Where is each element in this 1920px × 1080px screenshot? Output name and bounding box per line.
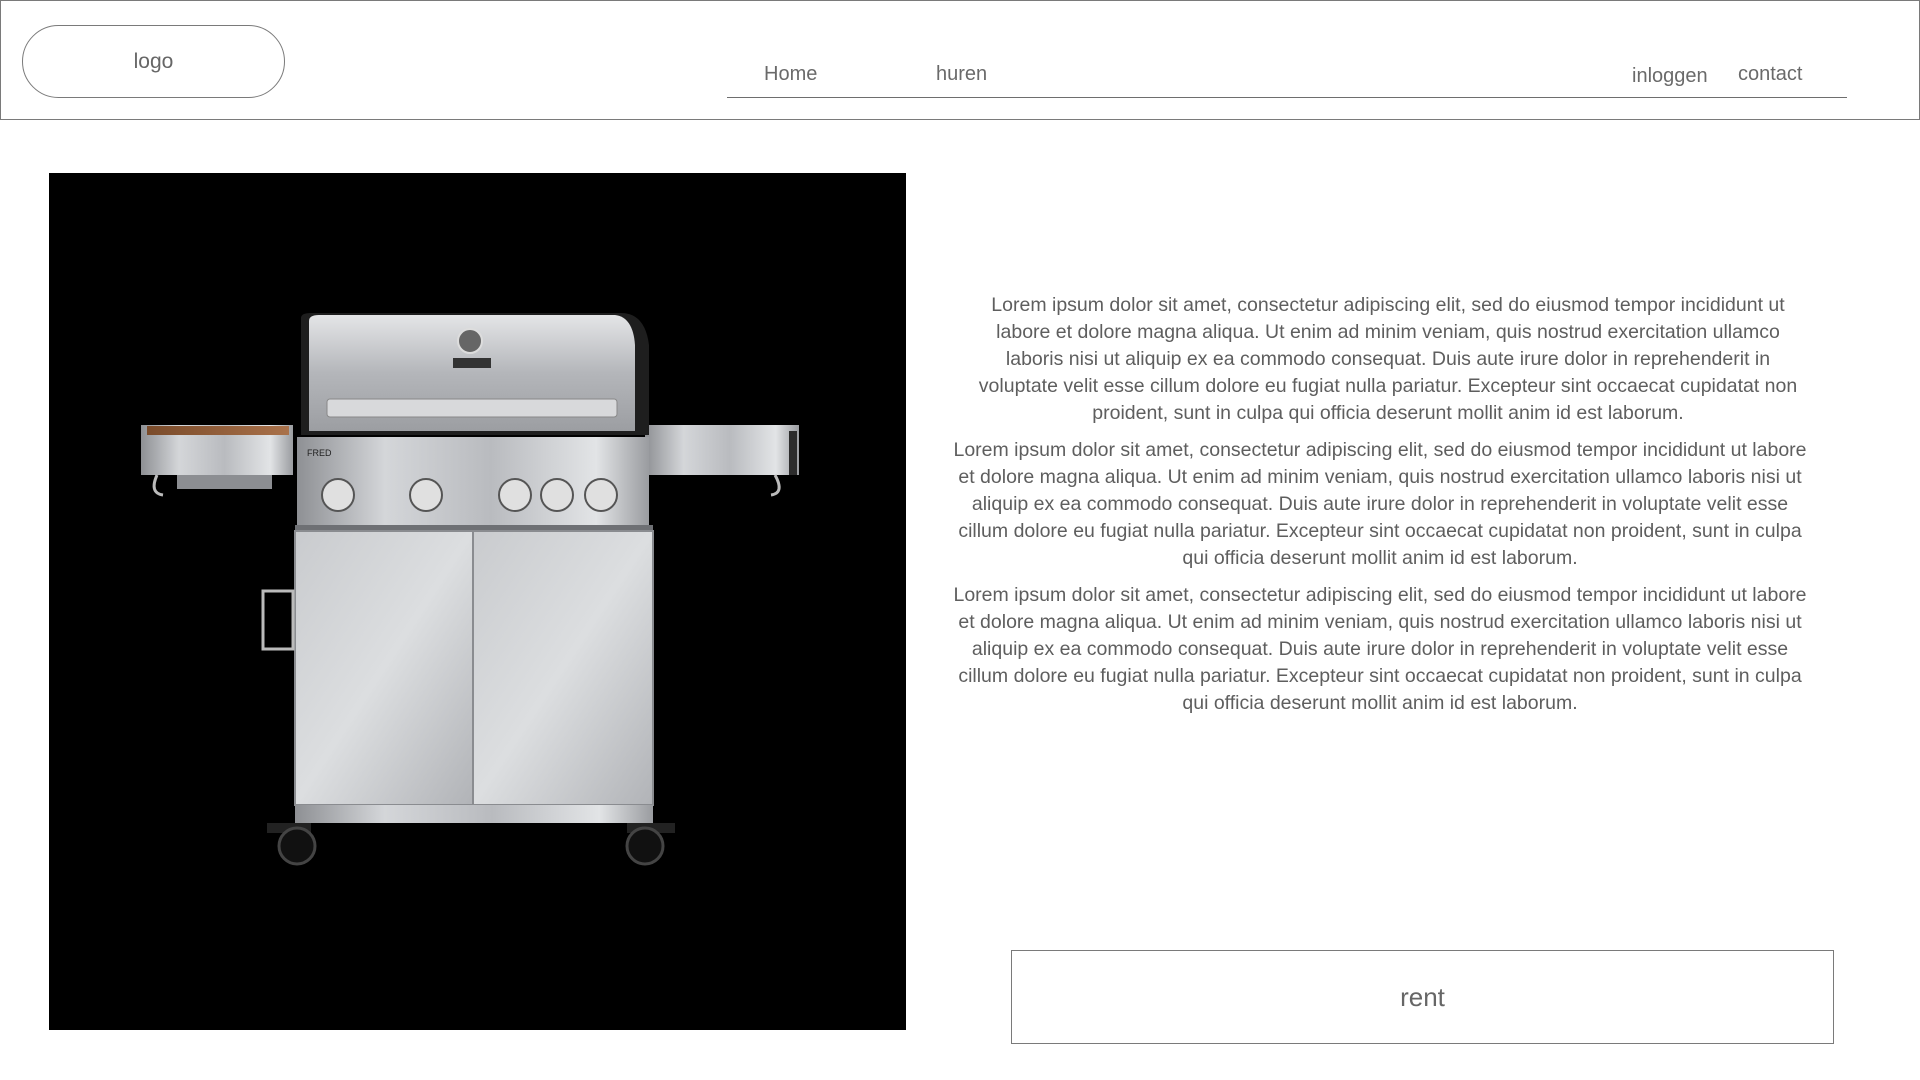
description-paragraph: Lorem ipsum dolor sit amet, consectetur …: [978, 294, 1798, 424]
nav-home-link[interactable]: Home: [764, 63, 817, 86]
nav-contact-link[interactable]: contact: [1738, 63, 1802, 86]
gas-grill-photo-icon: FRED: [141, 313, 799, 866]
rent-button[interactable]: rent: [1011, 950, 1834, 1044]
nav-inloggen-link[interactable]: inloggen: [1632, 65, 1708, 88]
nav-huren-link[interactable]: huren: [936, 63, 987, 86]
brand-label: FRED: [307, 448, 332, 458]
description-paragraph: Lorem ipsum dolor sit amet, consectetur …: [953, 584, 1807, 714]
nav-underline-divider: [727, 97, 1847, 98]
product-description: Lorem ipsum dolor sit amet, consectetur …: [950, 292, 1810, 727]
site-header: logo Home huren inloggen contact: [0, 0, 1920, 120]
logo[interactable]: logo: [22, 25, 285, 98]
product-image: FRED: [49, 173, 906, 1030]
description-paragraph: Lorem ipsum dolor sit amet, consectetur …: [953, 439, 1807, 569]
